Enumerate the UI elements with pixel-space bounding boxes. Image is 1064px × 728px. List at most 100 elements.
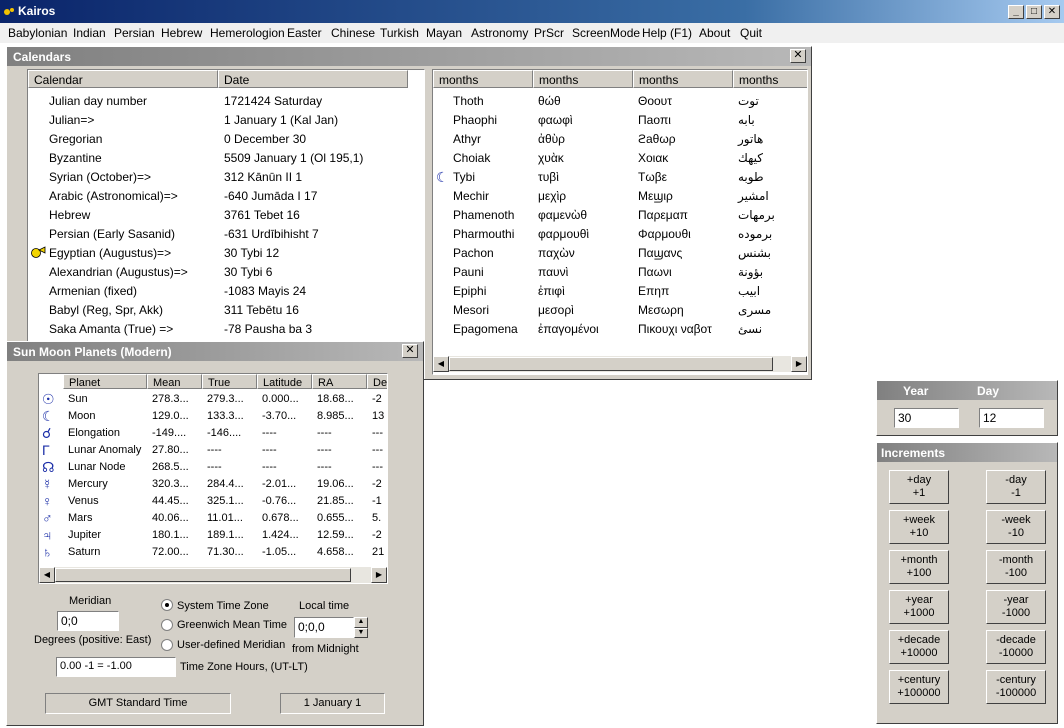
planet-ra[interactable]: ---- [317, 461, 332, 473]
close-icon[interactable]: ✕ [1044, 5, 1060, 19]
planet-latitude[interactable]: 0.678... [262, 512, 299, 524]
planets-horizontal-scrollbar[interactable]: ◀ ▶ [39, 567, 387, 583]
radio-greenwich-mean-time[interactable] [161, 619, 173, 631]
year-input[interactable]: 30 [894, 408, 959, 428]
month-name[interactable]: Μεσωρη [638, 303, 684, 317]
month-name[interactable]: Παϣανς [638, 246, 682, 260]
menu-screenmode[interactable]: ScreenMode [572, 26, 640, 40]
planet-de[interactable]: --- [372, 461, 383, 473]
minimize-icon[interactable]: _ [1008, 5, 1024, 19]
planet-latitude[interactable]: -2.01... [262, 478, 296, 490]
day-input[interactable]: 12 [979, 408, 1044, 428]
menu-easter[interactable]: Easter [287, 26, 322, 40]
calendar-list[interactable]: Calendar Date Julian day number 1721424 S… [27, 69, 425, 379]
month-name[interactable]: Παρεμαπ [638, 208, 688, 222]
increment-button[interactable]: +decade +10000 [889, 630, 949, 664]
month-name[interactable]: Mesori [453, 303, 489, 317]
months-list[interactable]: months months months months Thoth θώθ Θοου… [432, 69, 808, 375]
month-name[interactable]: مسرى [738, 303, 771, 317]
menu-persian[interactable]: Persian [114, 26, 155, 40]
month-name[interactable]: Mechir [453, 189, 489, 203]
planet-de[interactable]: 21 [372, 546, 384, 558]
month-name[interactable]: Φαρμουθι [638, 227, 691, 241]
month-name[interactable]: نسئ [738, 322, 762, 336]
planet-ra[interactable]: ---- [317, 444, 332, 456]
menu-babylonian[interactable]: Babylonian [8, 26, 67, 40]
scroll-thumb[interactable] [449, 357, 773, 371]
month-name[interactable]: παχὼν [538, 246, 575, 260]
scroll-right-icon[interactable]: ▶ [791, 356, 807, 372]
planet-true[interactable]: 11.01... [207, 512, 243, 524]
calendar-name[interactable]: Syrian (October)=> [49, 170, 151, 184]
planet-true[interactable]: 133.3... [207, 410, 244, 422]
menu-mayan[interactable]: Mayan [426, 26, 462, 40]
planet-mean[interactable]: 44.45... [152, 495, 189, 507]
calendar-date[interactable]: -631 Urdībihisht 7 [224, 227, 319, 241]
meridian-input[interactable]: 0;0 [57, 611, 119, 631]
planet-de[interactable]: --- [372, 444, 383, 456]
planet-true[interactable]: 325.1... [207, 495, 244, 507]
planet-true[interactable]: 279.3... [207, 393, 244, 405]
planet-ra[interactable]: 19.06... [317, 478, 354, 490]
planet-name[interactable]: Elongation [68, 427, 120, 439]
planet-latitude[interactable]: ---- [262, 461, 277, 473]
increment-button[interactable]: -week -10 [986, 510, 1046, 544]
menu-quit[interactable]: Quit [740, 26, 762, 40]
month-name[interactable]: طوبه [738, 170, 764, 184]
menu-about[interactable]: About [699, 26, 730, 40]
radio-user-defined-meridian[interactable] [161, 639, 173, 651]
months-header-4[interactable]: months [733, 70, 807, 88]
planet-mean[interactable]: 27.80... [152, 444, 189, 456]
planet-latitude[interactable]: -1.05... [262, 546, 296, 558]
planet-true[interactable]: 71.30... [207, 546, 244, 558]
menu-hebrew[interactable]: Hebrew [161, 26, 202, 40]
local-time-up-icon[interactable]: ▲ [354, 617, 368, 628]
month-name[interactable]: بؤونة [738, 265, 763, 279]
month-name[interactable]: برموده [738, 227, 772, 241]
month-name[interactable]: ϩaθωρ [638, 132, 676, 146]
calendar-name[interactable]: Gregorian [49, 132, 102, 146]
increment-button[interactable]: +day +1 [889, 470, 949, 504]
month-name[interactable]: Θοουτ [638, 94, 672, 108]
calendar-name[interactable]: Babyl (Reg, Spr, Akk) [49, 303, 163, 317]
month-name[interactable]: Επηπ [638, 284, 669, 298]
planet-true[interactable]: ---- [207, 461, 222, 473]
month-name[interactable]: Choiak [453, 151, 490, 165]
calendar-date[interactable]: 30 Tybi 6 [224, 265, 272, 279]
calendar-date[interactable]: 1721424 Saturday [224, 94, 322, 108]
month-name[interactable]: بابه [738, 113, 755, 127]
planet-true[interactable]: 284.4... [207, 478, 244, 490]
latitude-column-header[interactable]: Latitude [257, 374, 312, 389]
planet-ra[interactable]: 4.658... [317, 546, 354, 558]
months-horizontal-scrollbar[interactable]: ◀ ▶ [433, 356, 807, 372]
increment-button[interactable]: -decade -10000 [986, 630, 1046, 664]
menu-hemerologion[interactable]: Hemerologion [210, 26, 285, 40]
user-defined-meridian-label[interactable]: User-defined Meridian [177, 639, 285, 651]
true-column-header[interactable]: True [202, 374, 257, 389]
calendar-date[interactable]: 1 January 1 (Kal Jan) [224, 113, 338, 127]
planet-de[interactable]: -2 [372, 393, 382, 405]
month-name[interactable]: Πaoπι [638, 113, 671, 127]
month-name[interactable]: كيهك [738, 151, 763, 165]
increment-button[interactable]: -month -100 [986, 550, 1046, 584]
planet-mean[interactable]: 180.1... [152, 529, 189, 541]
calendar-date[interactable]: -78 Pausha ba 3 [224, 322, 312, 336]
planet-ra[interactable]: 8.985... [317, 410, 354, 422]
greenwich-mean-time-label[interactable]: Greenwich Mean Time [177, 619, 287, 631]
planet-name[interactable]: Lunar Anomaly [68, 444, 141, 456]
menu-chinese[interactable]: Chinese [331, 26, 375, 40]
planet-ra[interactable]: 0.655... [317, 512, 354, 524]
planet-ra[interactable]: ---- [317, 427, 332, 439]
planet-name[interactable]: Moon [68, 410, 96, 422]
scroll-thumb[interactable] [55, 568, 351, 582]
planet-mean[interactable]: 320.3... [152, 478, 189, 490]
month-name[interactable]: Pauni [453, 265, 484, 279]
month-name[interactable]: ἐπιφὶ [538, 284, 565, 298]
planet-mean[interactable]: 268.5... [152, 461, 189, 473]
calendar-name[interactable]: Saka Amanta (True) => [49, 322, 173, 336]
month-name[interactable]: Pachon [453, 246, 494, 260]
planet-mean[interactable]: 40.06... [152, 512, 189, 524]
planet-name[interactable]: Venus [68, 495, 99, 507]
month-name[interactable]: Epagomena [453, 322, 518, 336]
planet-true[interactable]: ---- [207, 444, 222, 456]
